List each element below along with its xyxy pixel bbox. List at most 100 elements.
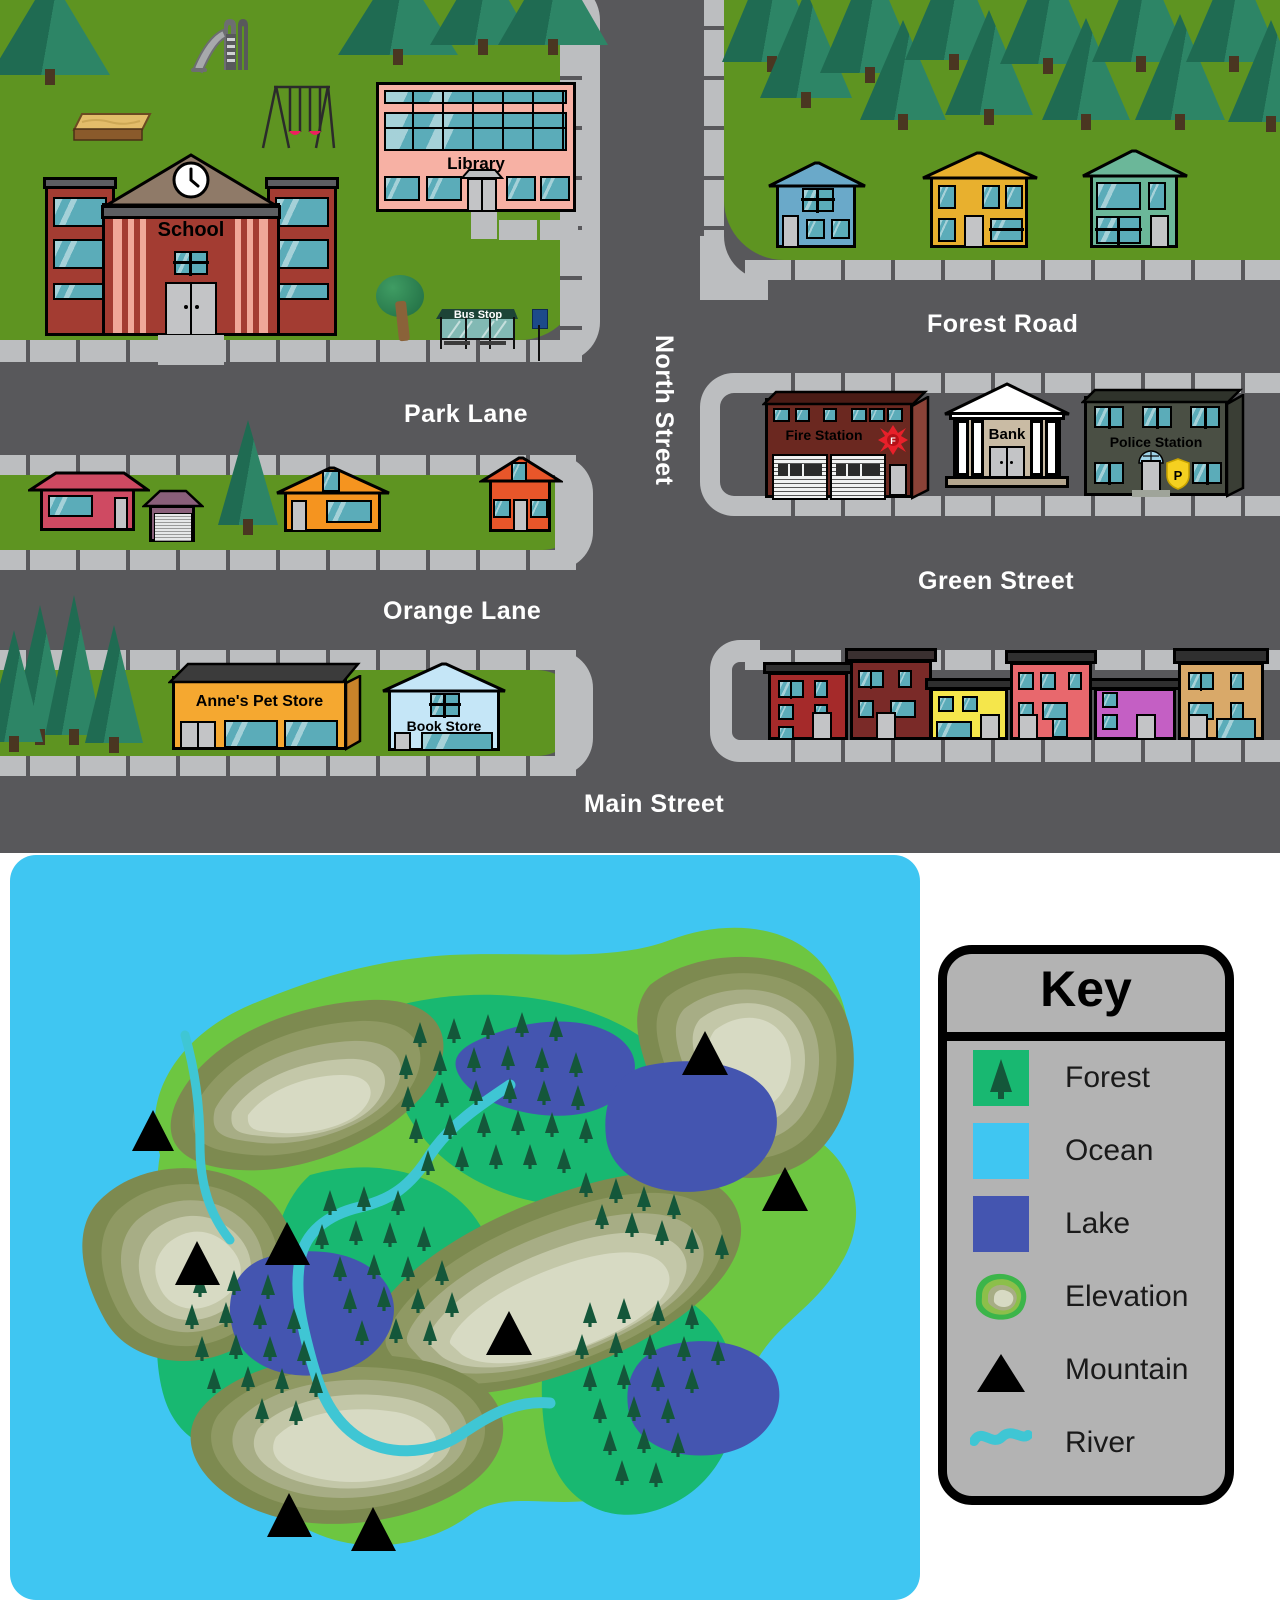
- book-store-window: [421, 732, 493, 751]
- school-window: [275, 239, 329, 269]
- key-row-river: River: [947, 1406, 1225, 1479]
- fire-station-window: [795, 408, 810, 422]
- window-mullion: [1204, 406, 1207, 429]
- pet-store-window: [284, 720, 338, 748]
- house-window: [1148, 182, 1166, 210]
- row-house-door[interactable]: [980, 714, 1000, 740]
- row-house-window: [1102, 692, 1118, 708]
- library-walkway: [540, 220, 578, 240]
- school-door-handle[interactable]: [184, 305, 188, 309]
- house-window: [982, 185, 1000, 209]
- book-store-building: Book Store: [382, 661, 506, 752]
- bus-stop: Bus Stop: [434, 305, 548, 361]
- house-door[interactable]: [114, 497, 128, 530]
- book-store-door[interactable]: [394, 732, 411, 751]
- fire-station-door[interactable]: [889, 464, 907, 496]
- house-window: [938, 185, 956, 209]
- house-door[interactable]: [782, 215, 799, 248]
- row-house-door[interactable]: [876, 712, 896, 740]
- row-house-door[interactable]: [1018, 714, 1038, 740]
- fire-station-window: [887, 408, 903, 422]
- school-window: [275, 197, 329, 227]
- garage-door[interactable]: [154, 513, 192, 542]
- row-house-door[interactable]: [1136, 714, 1156, 740]
- fire-station-window: [869, 408, 885, 422]
- house-door[interactable]: [964, 215, 984, 248]
- school-label: School: [157, 219, 225, 241]
- police-roof: [1081, 388, 1243, 404]
- house-roof: [768, 161, 866, 188]
- row-house-window: [858, 700, 874, 718]
- pine-tree: [218, 420, 278, 535]
- police-badge-icon: P: [1166, 458, 1190, 490]
- house-door[interactable]: [291, 500, 307, 532]
- house-door[interactable]: [513, 499, 528, 532]
- forest-swatch-icon: [973, 1049, 1029, 1106]
- window-mullion: [870, 670, 872, 689]
- row-house-window: [1018, 672, 1034, 690]
- slide-icon: [190, 18, 250, 80]
- row-house-window: [1040, 672, 1056, 690]
- sidewalk-civic-left-curve: [700, 373, 756, 516]
- lake-swatch-icon: [973, 1195, 1029, 1252]
- svg-text:F: F: [890, 436, 896, 446]
- house-roof: [28, 471, 150, 492]
- row-house-roof: [763, 662, 853, 674]
- fire-garage-door[interactable]: [772, 454, 828, 500]
- library-building: Library: [376, 82, 578, 240]
- row-house-window: [1052, 718, 1068, 738]
- key-row-lake: Lake: [947, 1187, 1225, 1260]
- garage-roof: [142, 489, 204, 508]
- row-house-window: [1230, 672, 1244, 690]
- row-house-roof: [925, 678, 1013, 690]
- police-side: [1226, 394, 1245, 498]
- sidewalk-forest-road-top: [745, 260, 1280, 280]
- school-window: [53, 239, 107, 269]
- fire-maltese-cross-icon: F: [878, 425, 908, 455]
- library-window: [426, 176, 462, 201]
- bank-door-handle[interactable]: [1010, 461, 1013, 464]
- house-window: [322, 470, 340, 492]
- police-label: Police Station: [1109, 434, 1203, 450]
- police-door[interactable]: [1141, 460, 1161, 494]
- fire-garage-door[interactable]: [830, 454, 886, 500]
- row-house-door[interactable]: [1188, 714, 1208, 740]
- bank-label: Bank: [988, 426, 1026, 443]
- key-label-forest: Forest: [1065, 1060, 1151, 1094]
- pet-store-roof: [168, 662, 361, 684]
- round-tree: [376, 275, 424, 342]
- pet-store-label: Anne's Pet Store: [195, 693, 324, 710]
- sidewalk-orange-lane-bottom: [0, 756, 580, 776]
- row-house-roof: [1173, 648, 1269, 664]
- house-door[interactable]: [1150, 215, 1169, 248]
- house-window: [938, 218, 956, 242]
- school-door-split: [190, 282, 192, 336]
- row-house-window: [898, 670, 912, 688]
- book-store-roof: [382, 662, 506, 693]
- house-window: [806, 219, 825, 239]
- bank-door-handle[interactable]: [1000, 461, 1003, 464]
- row-house-door[interactable]: [812, 712, 832, 740]
- school-door-handle[interactable]: [195, 305, 199, 309]
- fire-station-side: [911, 396, 930, 500]
- bus-stop-sign-post: [538, 325, 540, 361]
- row-house-window: [938, 696, 954, 712]
- key-title: Key: [947, 954, 1225, 1041]
- town-street-map: School Library Bus Stop Park Lane Orange…: [0, 0, 1280, 853]
- elevation-swatch-icon: [973, 1269, 1029, 1325]
- house-window: [831, 219, 850, 239]
- key-label-elevation: Elevation: [1065, 1279, 1189, 1313]
- row-house-roof: [845, 648, 937, 662]
- island-illustration: [82, 927, 857, 1551]
- library-window: [540, 176, 570, 201]
- street-label-park-lane: Park Lane: [404, 400, 529, 428]
- bus-stop-label: Bus Stop: [453, 309, 503, 321]
- bank-door-split: [1006, 446, 1008, 479]
- bus-stop-sign: [532, 309, 548, 329]
- street-label-north-street: North Street: [650, 335, 678, 486]
- row-house-window: [1216, 718, 1256, 740]
- key-row-forest: Forest: [947, 1041, 1225, 1114]
- pine-tree: [0, 0, 110, 85]
- mountain-triangle-icon: [973, 1342, 1029, 1398]
- sidewalk-north-street-upper: [704, 0, 724, 262]
